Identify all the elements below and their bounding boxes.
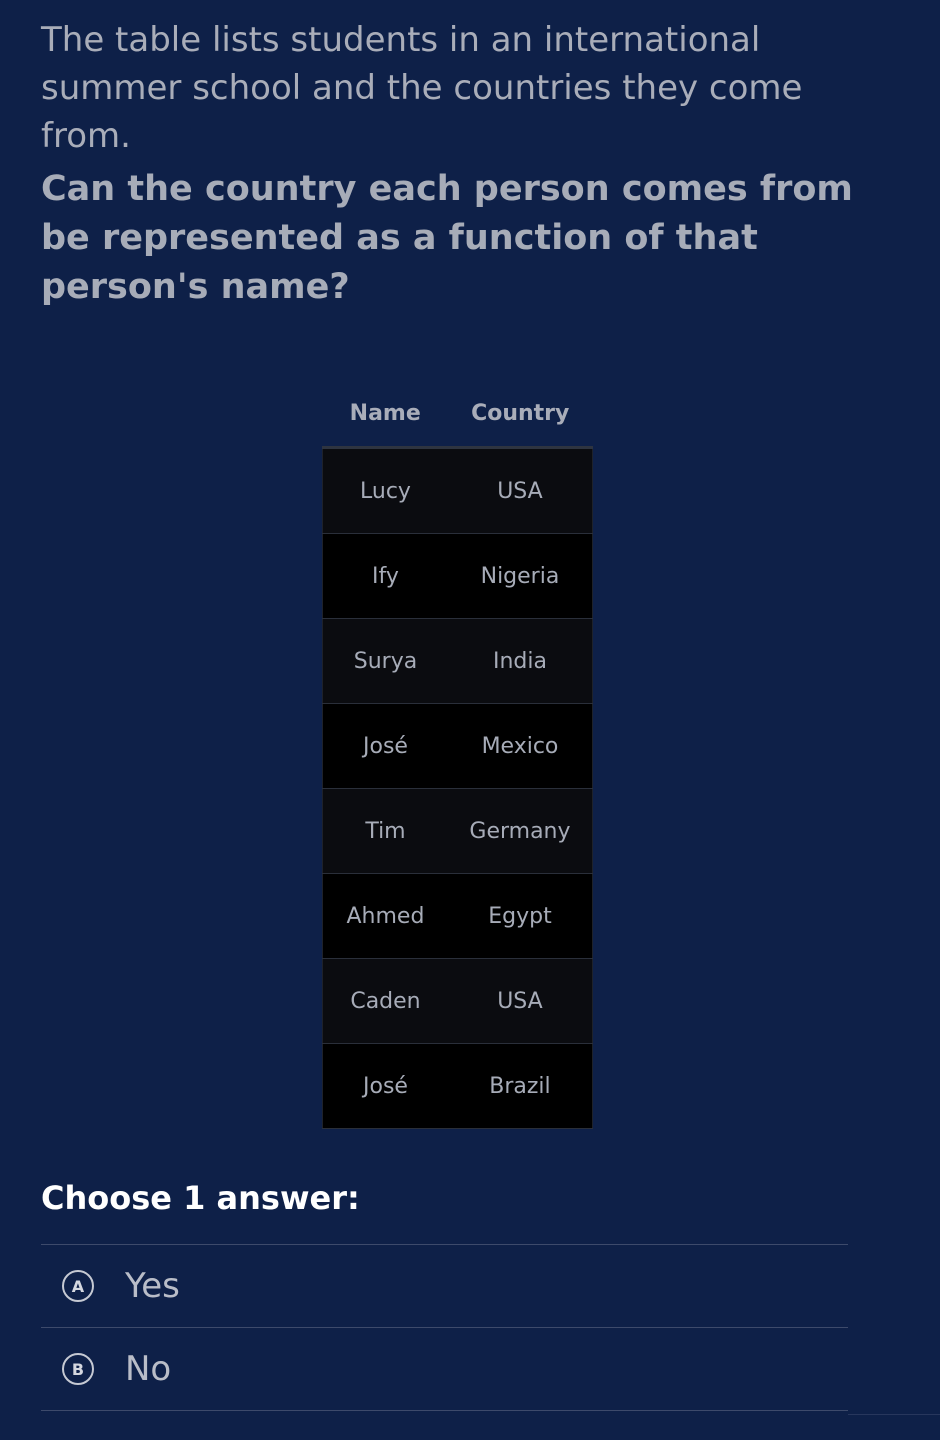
country-cell: USA [447,958,593,1044]
divider [848,1414,940,1415]
country-cell: Germany [447,788,593,874]
country-cell: India [447,618,593,704]
column-header-name: Name [322,380,448,449]
name-cell: Tim [321,788,448,874]
country-cell: Mexico [447,703,593,789]
answer-choices: A Yes B No [41,1244,848,1411]
table-row: Surya India [321,618,593,704]
table-row: José Mexico [321,703,593,789]
choice-a-letter-badge: A [62,1270,94,1302]
table-row: Caden USA [321,958,593,1044]
name-cell: Surya [321,618,448,704]
name-cell: Ahmed [321,873,448,959]
choice-b-letter-badge: B [62,1353,94,1385]
table-header-row: Name Country [322,380,593,449]
name-cell: Ify [321,533,448,619]
table-row: Lucy USA [321,447,593,534]
name-cell: José [321,1043,448,1129]
country-cell: Brazil [447,1043,593,1129]
choice-a[interactable]: A Yes [41,1245,848,1328]
students-table: Name Country Lucy USA Ify Nigeria Surya … [321,380,593,1129]
column-header-country: Country [447,380,593,449]
intro-text: The table lists students in an internati… [41,20,803,156]
choice-b[interactable]: B No [41,1328,848,1411]
choose-answer-prompt: Choose 1 answer: [41,1179,360,1217]
table-row: Tim Germany [321,788,593,874]
country-cell: Nigeria [447,533,593,619]
name-cell: José [321,703,448,789]
country-cell: USA [447,447,593,534]
country-cell: Egypt [447,873,593,959]
question-text: Can the country each person comes from b… [41,169,853,307]
table-row: Ahmed Egypt [321,873,593,959]
name-cell: Caden [321,958,448,1044]
choice-b-label: No [125,1349,172,1389]
choice-a-label: Yes [125,1266,180,1306]
name-cell: Lucy [321,447,448,534]
table-row: José Brazil [321,1043,593,1129]
table-row: Ify Nigeria [321,533,593,619]
